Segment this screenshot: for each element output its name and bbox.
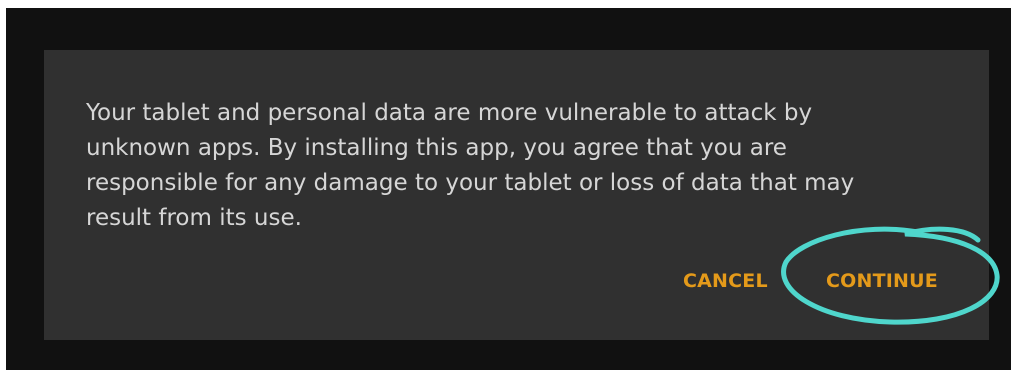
dialog-message: Your tablet and personal data are more v… [86, 100, 855, 231]
cancel-button[interactable]: CANCEL [683, 270, 768, 292]
device-screen: Your tablet and personal data are more v… [6, 8, 1011, 370]
install-warning-dialog: Your tablet and personal data are more v… [44, 50, 989, 340]
continue-button[interactable]: CONTINUE [826, 270, 938, 292]
